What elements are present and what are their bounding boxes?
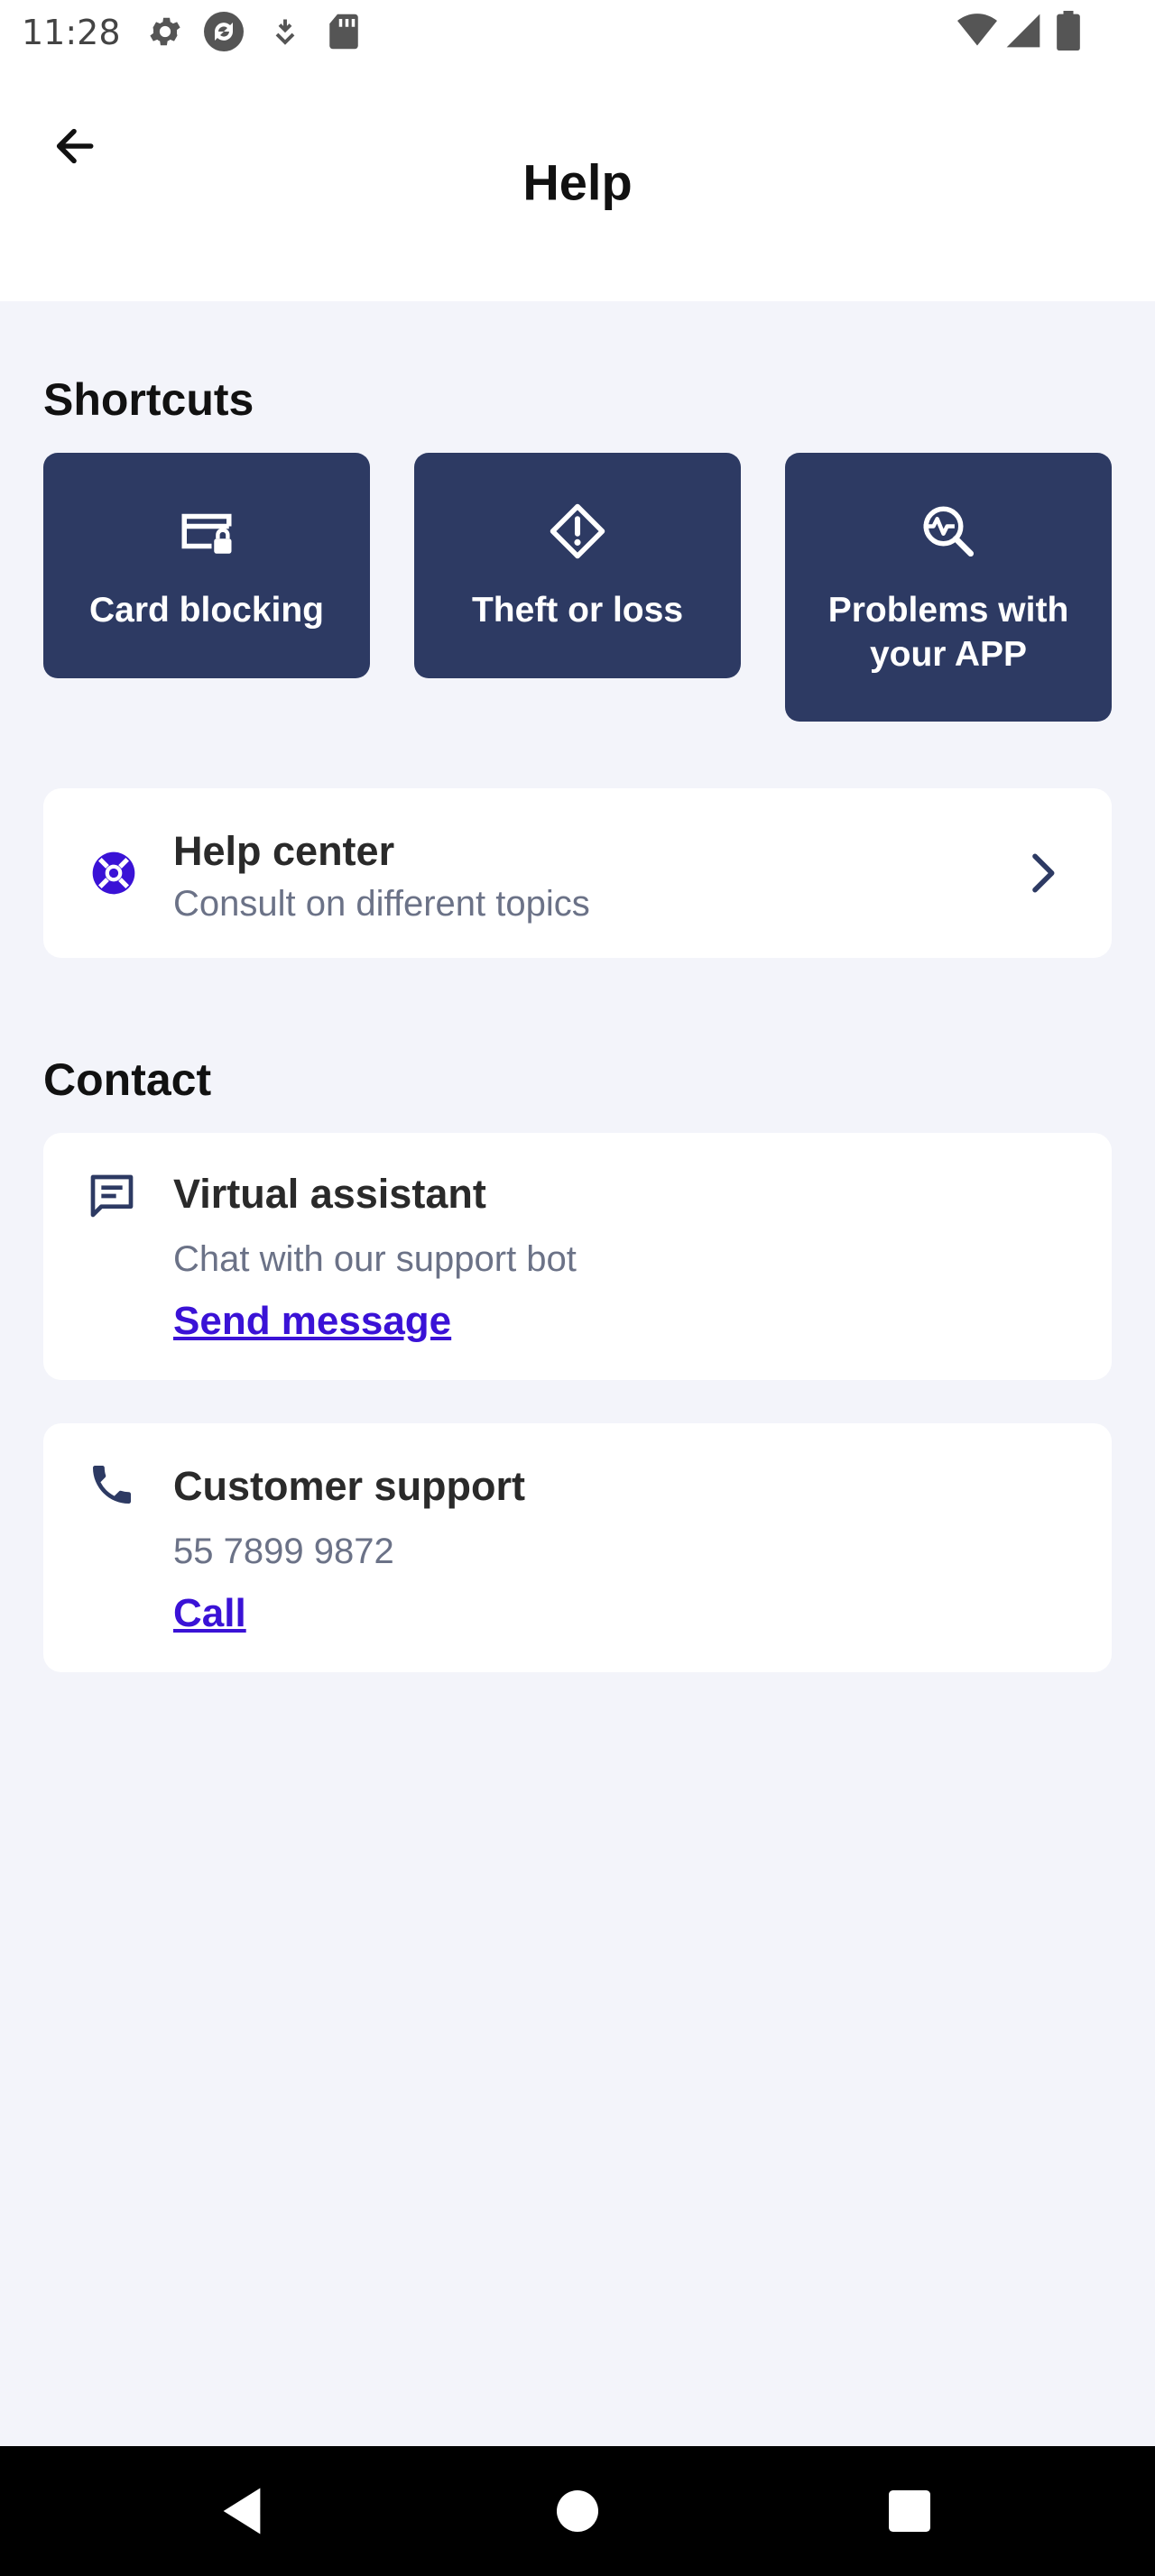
download-icon: [275, 19, 295, 45]
lifebuoy-icon: [92, 851, 135, 895]
warning-diamond-icon: [550, 503, 605, 559]
tile-label: Problems with your APP: [827, 591, 1069, 674]
help-center-card[interactable]: Help center Consult on different topics: [43, 788, 1112, 958]
app-header: Help: [0, 65, 1155, 301]
sync-icon: [204, 12, 244, 51]
virtual-assistant-title: Virtual assistant: [173, 1171, 486, 1217]
help-center-title: Help center: [173, 828, 395, 874]
nav-home-button[interactable]: [545, 2479, 610, 2544]
tile-label: Card blocking: [88, 591, 325, 630]
home-circle-icon: [557, 2490, 598, 2532]
phone-icon: [93, 1466, 131, 1504]
search-pulse-icon: [923, 506, 975, 557]
nav-back-button[interactable]: [209, 2479, 274, 2544]
shortcut-problems-with-app[interactable]: Problems with your APP: [785, 453, 1112, 722]
page-title: Help: [522, 153, 633, 211]
tile-label: Theft or loss: [471, 591, 684, 630]
customer-support-card: Customer support 55 7899 9872 Call: [43, 1423, 1112, 1672]
card-lock-icon: [181, 513, 232, 554]
call-link[interactable]: Call: [173, 1591, 246, 1636]
nav-recents-button[interactable]: [877, 2479, 942, 2544]
customer-support-title: Customer support: [173, 1463, 526, 1509]
help-center-subtitle: Consult on different topics: [173, 884, 590, 924]
shortcut-theft-or-loss[interactable]: Theft or loss: [414, 453, 741, 678]
status-time: 11:28: [22, 13, 121, 52]
recents-square-icon: [889, 2490, 930, 2532]
signal-icon: [1006, 14, 1040, 48]
shortcut-card-blocking[interactable]: Card blocking: [43, 453, 370, 678]
settings-icon: [150, 17, 180, 46]
chevron-right-icon: [1032, 853, 1055, 893]
send-message-link[interactable]: Send message: [173, 1299, 451, 1344]
sd-card-icon: [329, 14, 358, 50]
shortcuts-title: Shortcuts: [43, 374, 254, 425]
wifi-icon: [957, 14, 997, 46]
back-triangle-icon: [223, 2488, 261, 2535]
customer-support-phone: 55 7899 9872: [173, 1532, 394, 1571]
system-nav-bar: [0, 2446, 1155, 2576]
virtual-assistant-card: Virtual assistant Chat with our support …: [43, 1133, 1112, 1380]
battery-icon: [1057, 11, 1080, 51]
contact-title: Contact: [43, 1054, 212, 1105]
chat-icon: [90, 1174, 134, 1218]
virtual-assistant-subtitle: Chat with our support bot: [173, 1239, 577, 1279]
status-bar: 11:28: [0, 0, 1155, 65]
